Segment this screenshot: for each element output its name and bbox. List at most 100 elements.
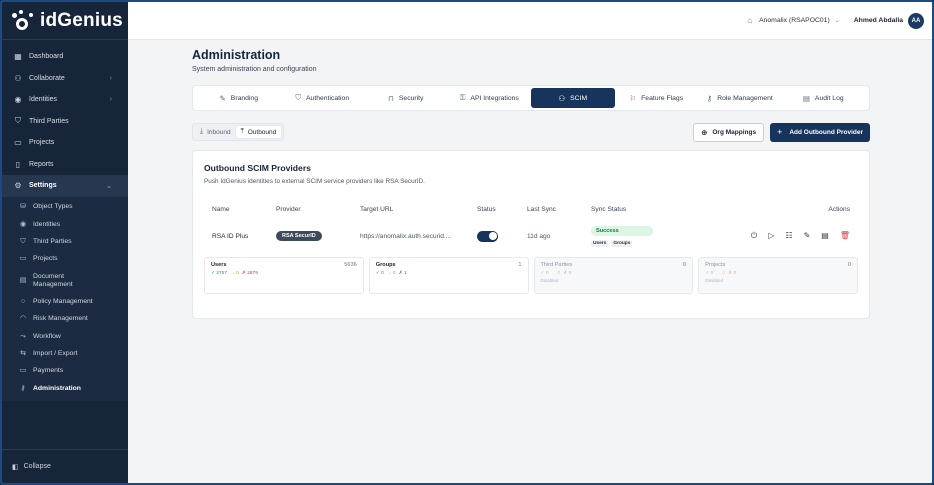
sidebar-item-import-export[interactable]: ⇆ Import / Export: [2, 345, 128, 362]
stat-skipped: → 0: [386, 271, 396, 276]
sidebar-item-document-management[interactable]: ▤ Document Management: [2, 268, 128, 293]
sidebar-item-projects-settings[interactable]: ▭ Projects: [2, 251, 128, 268]
sidebar-item-label: Collaborate: [29, 74, 65, 82]
sidebar-item-label: Third Parties: [29, 117, 69, 125]
test-connection-icon[interactable]: ⏻: [751, 231, 757, 241]
delete-icon[interactable]: 🗑: [840, 231, 850, 241]
tab-feature-flags[interactable]: ⚐ Feature Flags: [615, 88, 699, 108]
import-export-icon: ⇆: [20, 349, 26, 357]
edit-icon[interactable]: ✎: [804, 231, 811, 241]
stat-breakdown: ✓ 0 → 0 ✗ 0: [541, 271, 687, 276]
gear-icon: ⚙: [14, 181, 22, 191]
sidebar-item-label: Import / Export: [33, 349, 78, 357]
sync-stats: Users 5636 ✓ 2757 → 0 ✗ 2879 Groups 1 ✓ …: [204, 257, 858, 294]
tab-authentication[interactable]: ⛉ Authentication: [281, 88, 365, 108]
column-header-name: Name: [212, 205, 230, 213]
sidebar-item-identities[interactable]: ◉ Identities ›: [2, 89, 128, 111]
sidebar-item-workflow[interactable]: ⤳ Workflow: [2, 328, 128, 345]
admin-tabs: ✎ Branding ⛉ Authentication ⊓ Security ⚿…: [192, 85, 870, 111]
shield-icon: ⛉: [20, 237, 26, 245]
stat-label: Third Parties: [540, 262, 573, 268]
user-name[interactable]: Ahmed Abdalla: [854, 17, 903, 24]
stat-label: Projects: [705, 262, 726, 268]
column-header-target-url: Target URL: [360, 205, 394, 213]
sidebar-item-third-parties-settings[interactable]: ⛉ Third Parties: [2, 233, 128, 250]
collapse-button[interactable]: ◧ Collapse: [2, 449, 128, 483]
sync-tag: Groups: [611, 239, 633, 247]
tab-label: Branding: [230, 94, 258, 102]
sidebar: idGenius ▦ Dashboard ⚇ Collaborate › ◉ I…: [2, 2, 128, 483]
last-sync: 11d ago: [527, 232, 551, 240]
sidebar-item-policy-management[interactable]: ○ Policy Management: [2, 293, 128, 310]
sidebar-item-settings[interactable]: ⚙ Settings ⌄: [2, 175, 128, 197]
collapse-icon: ◧: [12, 463, 19, 471]
globe-icon: ⊕: [701, 127, 708, 137]
stat-skipped: → 0: [716, 271, 726, 276]
org-mappings-button[interactable]: ⊕ Org Mappings: [693, 122, 765, 142]
mappings-icon[interactable]: ☷: [785, 231, 792, 241]
folder-icon: ▭: [14, 138, 22, 148]
sidebar-item-label: Document Management: [33, 272, 73, 288]
shield-icon: ⛉: [15, 116, 21, 126]
stat-card-users: Users 5636 ✓ 2757 → 0 ✗ 2879: [204, 257, 364, 294]
column-header-provider: Provider: [276, 205, 301, 213]
table-row[interactable]: RSA ID Plus RSA SecurID https://anomalix…: [204, 219, 858, 253]
logs-icon[interactable]: ▤: [821, 231, 829, 241]
app-name: idGenius: [40, 9, 123, 31]
stat-failed: ✗ 0: [563, 271, 572, 276]
stat-success: ✓ 0: [705, 271, 714, 276]
sidebar-item-projects[interactable]: ▭ Projects: [2, 132, 128, 154]
stat-failed: ✗ 1: [398, 271, 407, 276]
tab-api-integrations[interactable]: ⚿ API Integrations: [448, 88, 532, 108]
users-icon: ⚇: [558, 93, 566, 103]
tab-role-management[interactable]: ⚷ Role Management: [698, 88, 782, 108]
sidebar-item-administration[interactable]: ⚷ Administration: [2, 380, 128, 397]
tab-label: Authentication: [306, 94, 350, 102]
inbound-tab[interactable]: ⤓ Inbound: [195, 126, 236, 138]
inbound-label: Inbound: [207, 128, 231, 136]
sidebar-item-payments[interactable]: ▭ Payments: [2, 363, 128, 380]
tab-scim[interactable]: ⚇ SCIM: [531, 88, 615, 108]
tab-branding[interactable]: ✎ Branding: [197, 88, 281, 108]
card-title: Outbound SCIM Providers: [204, 163, 311, 173]
target-url: https://anomalix.auth.securid....: [360, 232, 452, 240]
page-subtitle: System administration and configuration: [192, 66, 317, 73]
sidebar-item-collaborate[interactable]: ⚇ Collaborate ›: [2, 68, 128, 90]
sidebar-item-object-types[interactable]: ⛁ Object Types: [2, 199, 128, 216]
run-sync-icon[interactable]: ▷: [768, 231, 774, 241]
sidebar-item-label: Object Types: [33, 203, 73, 211]
stat-breakdown: ✓ 0 → 0 ✗ 1: [376, 271, 522, 276]
stat-card-projects: Projects 0 ✓ 0 → 0 ✗ 0 Disabled: [698, 257, 858, 294]
sidebar-item-third-parties[interactable]: ⛉ Third Parties: [2, 111, 128, 133]
org-name: Anomalix (RSAPOC01): [759, 17, 830, 24]
avatar[interactable]: AA: [908, 12, 924, 29]
sidebar-item-reports[interactable]: ▯ Reports: [2, 154, 128, 176]
logo[interactable]: idGenius: [2, 2, 128, 40]
org-selector[interactable]: ⌂ Anomalix (RSAPOC01) ⌄: [747, 16, 840, 25]
stat-failed: ✗ 2879: [241, 271, 258, 276]
sidebar-item-label: Workflow: [33, 332, 61, 340]
org-mappings-label: Org Mappings: [712, 128, 757, 136]
workflow-icon: ⤳: [20, 332, 26, 340]
enabled-toggle[interactable]: [477, 230, 498, 242]
scim-toolbar: ⤓ Inbound ⤒ Outbound ⊕ Org Mappings + Ad…: [192, 122, 870, 142]
stat-disabled-note: Disabled: [540, 278, 559, 283]
tab-label: Feature Flags: [641, 94, 684, 102]
database-icon: ⛁: [20, 203, 26, 211]
add-outbound-provider-button[interactable]: + Add Outbound Provider: [770, 122, 870, 142]
stat-count: 5636: [344, 262, 357, 268]
sidebar-item-dashboard[interactable]: ▦ Dashboard: [2, 46, 128, 68]
column-header-status: Status: [477, 205, 496, 213]
tab-security[interactable]: ⊓ Security: [364, 88, 448, 108]
upload-icon: ⤒: [240, 128, 244, 135]
outbound-tab[interactable]: ⤒ Outbound: [235, 126, 282, 138]
sidebar-item-label: Reports: [29, 160, 54, 168]
outbound-label: Outbound: [247, 128, 277, 136]
tab-audit-log[interactable]: ▤ Audit Log: [782, 88, 866, 108]
sidebar-item-risk-management[interactable]: ◠ Risk Management: [2, 310, 128, 327]
sidebar-item-identities-settings[interactable]: ◉ Identities: [2, 216, 128, 233]
stat-breakdown: ✓ 2757 → 0 ✗ 2879: [211, 271, 357, 276]
column-header-last-sync: Last Sync: [527, 205, 556, 213]
gauge-icon: ◠: [19, 315, 27, 323]
stat-skipped: → 0: [230, 271, 239, 276]
